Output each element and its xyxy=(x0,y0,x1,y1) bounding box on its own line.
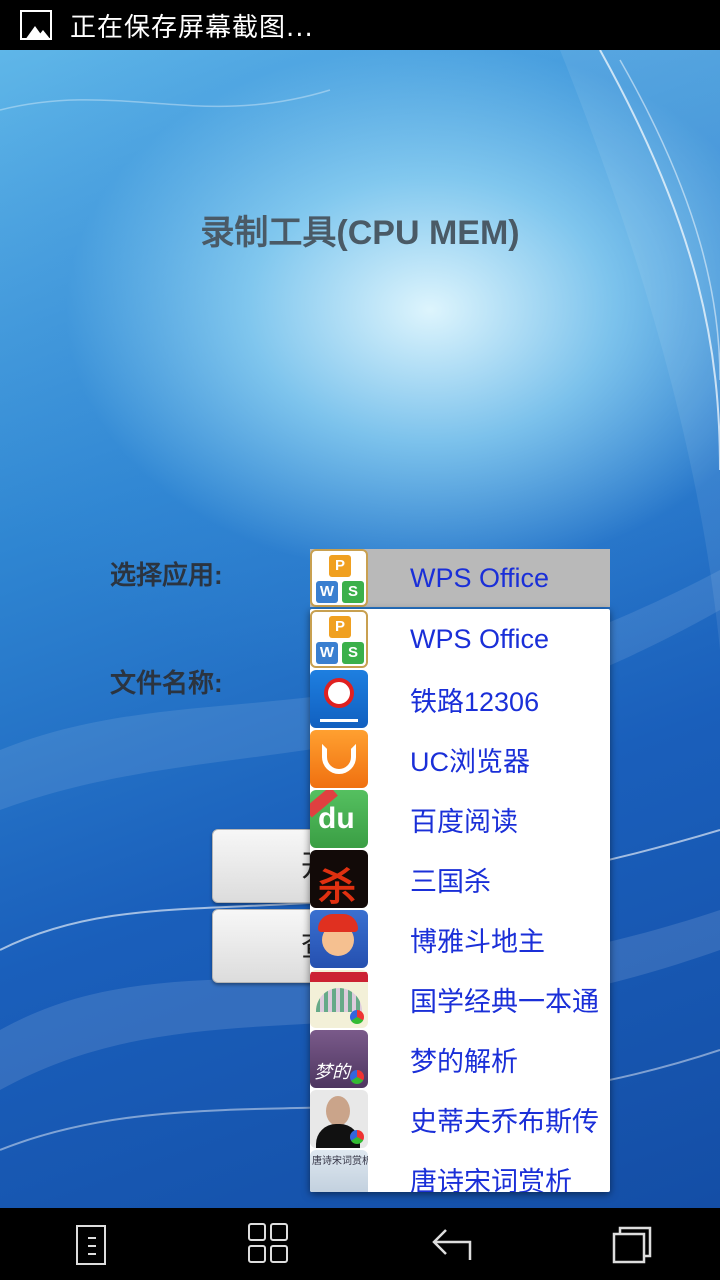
dream-interpretation-icon: 梦的 xyxy=(310,1030,368,1088)
screenshot-image-icon xyxy=(20,10,52,40)
railway-12306-icon xyxy=(310,670,368,728)
tang-poems-icon: 唐诗宋词赏析 xyxy=(310,1150,368,1192)
app-dropdown-list[interactable]: PWS WPS Office 铁路12306 UC浏览器 du 百度阅读 杀 三… xyxy=(310,609,610,1192)
dropdown-item-label: 博雅斗地主 xyxy=(410,926,545,957)
dropdown-item-steve-jobs-biography[interactable]: 史蒂夫乔布斯传 xyxy=(310,1089,610,1149)
dropdown-item-railway-12306[interactable]: 铁路12306 xyxy=(310,669,610,729)
dropdown-item-label: 百度阅读 xyxy=(410,806,518,837)
dropdown-item-label: 唐诗宋词赏析 xyxy=(410,1166,572,1193)
dropdown-item-sanguosha[interactable]: 杀 三国杀 xyxy=(310,849,610,909)
back-icon[interactable] xyxy=(420,1219,480,1269)
wps-office-icon: PWS xyxy=(310,610,368,668)
dropdown-item-baidu-reading[interactable]: du 百度阅读 xyxy=(310,789,610,849)
guoxue-classics-icon xyxy=(310,970,368,1028)
spinner-selected-label: WPS Office xyxy=(410,562,550,593)
wps-office-icon: PWS xyxy=(310,549,368,607)
status-text: 正在保存屏幕截图... xyxy=(70,12,314,43)
steve-jobs-biography-icon xyxy=(310,1090,368,1148)
status-bar: 正在保存屏幕截图... xyxy=(0,0,720,50)
dropdown-item-label: WPS Office xyxy=(410,623,550,654)
uc-browser-icon xyxy=(310,730,368,788)
sanguosha-icon: 杀 xyxy=(310,850,368,908)
dropdown-item-label: UC浏览器 xyxy=(410,746,530,777)
dropdown-item-boya-doudizhu[interactable]: 博雅斗地主 xyxy=(310,909,610,969)
file-name-label: 文件名称: xyxy=(110,668,223,698)
dropdown-item-tang-poems[interactable]: 唐诗宋词赏析 唐诗宋词赏析 xyxy=(310,1149,610,1192)
dropdown-item-wps-office[interactable]: PWS WPS Office xyxy=(310,609,610,669)
home-icon[interactable] xyxy=(240,1219,300,1269)
dropdown-item-label: 史蒂夫乔布斯传 xyxy=(410,1106,599,1137)
dropdown-item-label: 铁路12306 xyxy=(410,686,540,717)
dropdown-item-guoxue-classics[interactable]: 国学经典一本通 xyxy=(310,969,610,1029)
page-title: 录制工具(CPU MEM) xyxy=(200,214,520,252)
dropdown-item-label: 三国杀 xyxy=(410,866,491,897)
baidu-reading-icon: du xyxy=(310,790,368,848)
boya-doudizhu-icon xyxy=(310,910,368,968)
dropdown-item-label: 国学经典一本通 xyxy=(410,986,599,1017)
dropdown-item-dream-interpretation[interactable]: 梦的 梦的解析 xyxy=(310,1029,610,1089)
select-app-label: 选择应用: xyxy=(110,560,223,590)
dropdown-item-label: 梦的解析 xyxy=(410,1046,518,1077)
app-select-spinner[interactable]: PWS WPS Office xyxy=(310,549,610,607)
navigation-bar xyxy=(0,1208,720,1280)
dropdown-item-uc-browser[interactable]: UC浏览器 xyxy=(310,729,610,789)
recent-apps-icon[interactable] xyxy=(600,1219,660,1269)
menu-icon[interactable] xyxy=(60,1219,120,1269)
